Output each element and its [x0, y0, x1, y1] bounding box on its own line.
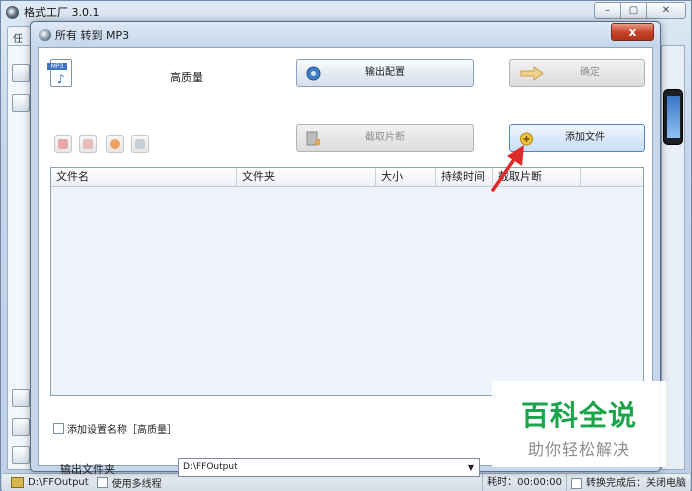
chevron-down-icon[interactable]: ▼	[463, 459, 479, 476]
output-folder-label: 输出文件夹	[60, 463, 115, 476]
remove-icon[interactable]	[54, 135, 72, 153]
video-category-icon[interactable]	[12, 64, 30, 82]
media-info-icon[interactable]	[131, 135, 149, 153]
column-folder[interactable]: 文件夹	[237, 168, 376, 187]
cut-segment-label: 截取片断	[365, 132, 405, 143]
dialog-close-button[interactable]: x	[611, 23, 654, 41]
window-controls: – ▢ ✕	[594, 2, 686, 19]
output-config-button[interactable]: 输出配置	[296, 59, 474, 87]
quality-label: 高质量	[170, 71, 203, 84]
column-size[interactable]: 大小	[376, 168, 436, 187]
column-filename[interactable]: 文件名	[51, 168, 237, 187]
tools-icon[interactable]	[12, 446, 30, 464]
column-duration[interactable]: 持续时间	[436, 168, 493, 187]
status-right: 耗时：00:00:00 转换完成后：关闭电脑	[482, 474, 690, 491]
screen: 格式工厂 3.0.1 – ▢ ✕ 任 D:\FFOutput 使用多线程 耗时：…	[0, 0, 692, 491]
audio-category-icon[interactable]	[12, 94, 30, 112]
multithread-label: 使用多线程	[111, 479, 162, 490]
dialog-titlebar: 所有 转到 MP3 x	[31, 22, 660, 47]
add-setting-label: 添加设置名称［高质量］	[67, 425, 177, 436]
cut-segment-icon	[306, 131, 320, 146]
dialog-icon	[39, 28, 51, 41]
output-config-icon	[306, 66, 321, 81]
multithread-checkbox[interactable]	[96, 477, 108, 488]
column-extra	[581, 168, 643, 187]
add-setting-checkbox[interactable]	[53, 423, 64, 434]
add-setting-option[interactable]: 添加设置名称［高质量］	[53, 421, 177, 436]
picture-category-icon[interactable]	[12, 389, 30, 407]
watermark: 百科全说 助你轻松解决	[492, 381, 666, 467]
dialog-title: 所有 转到 MP3	[55, 28, 130, 42]
add-file-label: 添加文件	[565, 132, 605, 143]
status-output-path[interactable]: D:\FFOutput	[2, 477, 89, 488]
cut-segment-button[interactable]: 截取片断	[296, 124, 474, 152]
close-window-button[interactable]: ✕	[646, 2, 686, 19]
add-file-button[interactable]: 添加文件	[509, 124, 645, 152]
watermark-subtitle: 助你轻松解决	[527, 440, 630, 459]
file-list[interactable]: 文件名 文件夹 大小 持续时间 截取片断	[50, 167, 644, 396]
output-folder-value: D:\FFOutput	[183, 462, 238, 472]
confirm-label: 确定	[580, 67, 600, 78]
shutdown-checkbox[interactable]	[571, 477, 582, 489]
mobile-device-icon	[663, 89, 683, 145]
clear-list-icon[interactable]	[79, 135, 97, 153]
app-titlebar: 格式工厂 3.0.1 – ▢ ✕	[1, 1, 691, 23]
confirm-arrow-icon	[520, 66, 544, 81]
confirm-button[interactable]: 确定	[509, 59, 645, 87]
play-icon[interactable]	[106, 135, 124, 153]
output-folder-select[interactable]: D:\FFOutput ▼	[178, 458, 480, 477]
background-tab[interactable]: 任	[7, 26, 31, 46]
status-path-text: D:\FFOutput	[28, 477, 89, 488]
shutdown-label: 转换完成后：关闭电脑	[586, 477, 686, 489]
file-list-header: 文件名 文件夹 大小 持续时间 截取片断	[51, 168, 643, 187]
mp3-format-icon: MP3 ♪	[47, 59, 72, 87]
elapsed-time: 耗时：00:00:00	[482, 474, 566, 491]
rom-device-icon[interactable]	[12, 418, 30, 436]
minimize-button[interactable]: –	[594, 2, 621, 19]
maximize-button[interactable]: ▢	[620, 2, 647, 19]
app-title: 格式工厂 3.0.1	[24, 6, 100, 19]
annotation-arrow-icon	[491, 145, 524, 192]
output-config-label: 输出配置	[365, 67, 405, 78]
folder-icon	[11, 477, 24, 488]
shutdown-option[interactable]: 转换完成后：关闭电脑	[566, 474, 690, 491]
watermark-title: 百科全说	[520, 399, 637, 432]
format-factory-icon	[6, 5, 19, 19]
